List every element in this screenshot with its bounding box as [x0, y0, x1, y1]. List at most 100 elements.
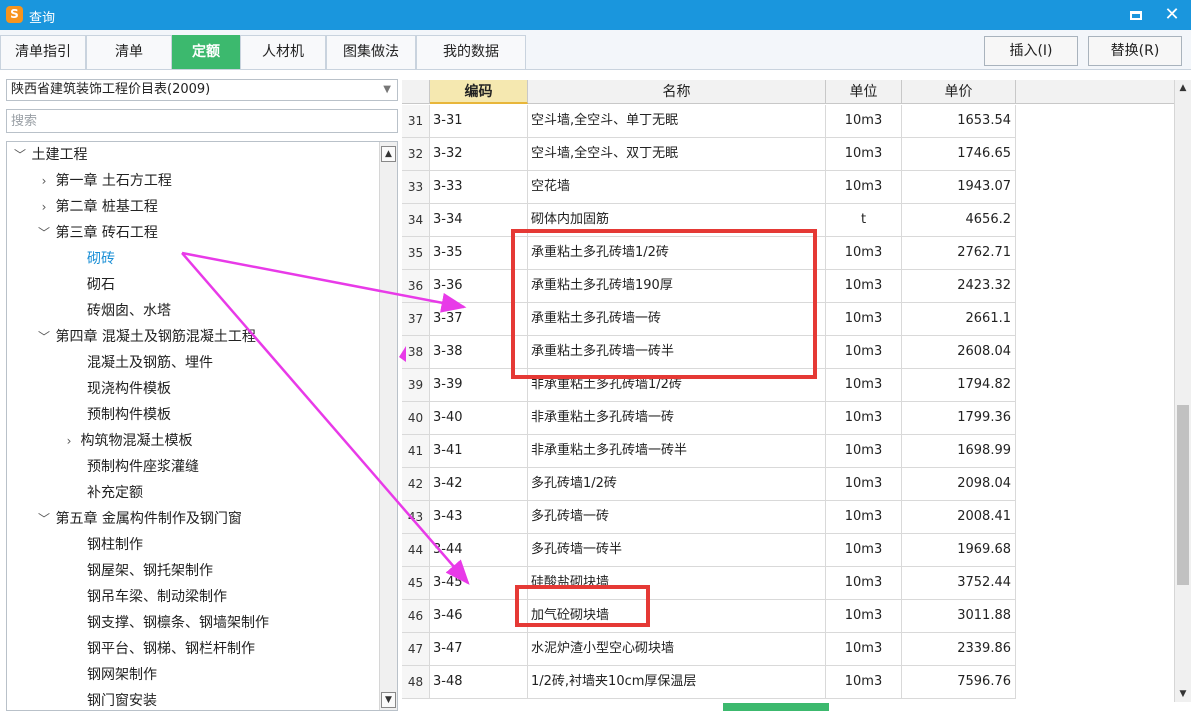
- grid-header: 编码 名称 单位 单价: [402, 80, 1174, 104]
- cell-unit: 10m3: [826, 138, 902, 170]
- cell-name: 承重粘土多孔砖墙190厚: [528, 270, 826, 302]
- cell-name: 非承重粘土多孔砖墙1/2砖: [528, 369, 826, 401]
- header-name[interactable]: 名称: [528, 80, 826, 104]
- table-row[interactable]: 48 3-48 1/2砖,衬墙夹10cm厚保温层 10m3 7596.76: [402, 666, 1016, 699]
- tree-item[interactable]: › 构筑物混凝土模板: [62, 428, 193, 454]
- table-row[interactable]: 33 3-33 空花墙 10m3 1943.07: [402, 171, 1016, 204]
- tree-item-selected[interactable]: 砌砖: [87, 246, 115, 272]
- cell-price: 1653.54: [902, 105, 1016, 137]
- scroll-down-arrow-icon[interactable]: ▼: [381, 692, 396, 708]
- dropdown-caret-icon[interactable]: ▼: [383, 80, 391, 100]
- cell-name: 砌体内加固筋: [528, 204, 826, 236]
- tree-item[interactable]: › 第一章 土石方工程: [37, 168, 172, 194]
- tab-quota[interactable]: 定额: [172, 35, 240, 69]
- cell-code: 3-33: [430, 171, 528, 203]
- table-row[interactable]: 36 3-36 承重粘土多孔砖墙190厚 10m3 2423.32: [402, 270, 1016, 303]
- table-row[interactable]: 45 3-45 硅酸盐砌块墙 10m3 3752.44: [402, 567, 1016, 600]
- tree-item[interactable]: › 第二章 桩基工程: [37, 194, 158, 220]
- tab-bill-guide[interactable]: 清单指引: [0, 35, 86, 69]
- header-unit[interactable]: 单位: [826, 80, 902, 104]
- table-row[interactable]: 47 3-47 水泥炉渣小型空心砌块墙 10m3 2339.86: [402, 633, 1016, 666]
- tree-item[interactable]: 钢门窗安装: [87, 688, 157, 710]
- tree-item[interactable]: 钢支撑、钢檩条、钢墙架制作: [87, 610, 269, 636]
- cell-price: 2098.04: [902, 468, 1016, 500]
- header-code[interactable]: 编码: [430, 80, 528, 104]
- cell-price: 1799.36: [902, 402, 1016, 434]
- table-row[interactable]: 46 3-46 加气砼砌块墙 10m3 3011.88: [402, 600, 1016, 633]
- chevron-right-icon[interactable]: ›: [37, 194, 51, 220]
- table-row[interactable]: 41 3-41 非承重粘土多孔砖墙一砖半 10m3 1698.99: [402, 435, 1016, 468]
- tree-item[interactable]: ﹀ 第四章 混凝土及钢筋混凝土工程: [37, 324, 256, 350]
- tree-item[interactable]: 现浇构件模板: [87, 376, 171, 402]
- scroll-up-arrow-icon[interactable]: ▲: [381, 146, 396, 162]
- tab-atlas-method[interactable]: 图集做法: [326, 35, 416, 69]
- table-row[interactable]: 42 3-42 多孔砖墙1/2砖 10m3 2098.04: [402, 468, 1016, 501]
- row-index: 42: [402, 468, 430, 500]
- chevron-right-icon[interactable]: ›: [37, 168, 51, 194]
- tree-item[interactable]: 钢吊车梁、制动梁制作: [87, 584, 227, 610]
- chevron-down-icon[interactable]: ﹀: [13, 142, 27, 168]
- chevron-down-icon[interactable]: ﹀: [37, 506, 51, 532]
- tree-item[interactable]: ﹀ 第五章 金属构件制作及钢门窗: [37, 506, 242, 532]
- tree-item[interactable]: 钢柱制作: [87, 532, 143, 558]
- tree-item[interactable]: 钢网架制作: [87, 662, 157, 688]
- tree-item[interactable]: 钢平台、钢梯、钢栏杆制作: [87, 636, 255, 662]
- chevron-right-icon[interactable]: ›: [62, 428, 76, 454]
- cell-code: 3-44: [430, 534, 528, 566]
- scroll-thumb[interactable]: [1177, 405, 1189, 585]
- row-index: 43: [402, 501, 430, 533]
- cell-code: 3-39: [430, 369, 528, 401]
- cell-code: 3-43: [430, 501, 528, 533]
- cell-code: 3-38: [430, 336, 528, 368]
- chevron-down-icon[interactable]: ﹀: [37, 324, 51, 350]
- tree-item[interactable]: 预制构件模板: [87, 402, 171, 428]
- cell-price: 1969.68: [902, 534, 1016, 566]
- close-icon[interactable]: ✕: [1159, 3, 1185, 27]
- table-row[interactable]: 31 3-31 空斗墙,全空斗、单丁无眠 10m3 1653.54: [402, 105, 1016, 138]
- table-row[interactable]: 32 3-32 空斗墙,全空斗、双丁无眠 10m3 1746.65: [402, 138, 1016, 171]
- header-price[interactable]: 单价: [902, 80, 1016, 104]
- bottom-drag-handle[interactable]: [723, 703, 829, 711]
- tree-item[interactable]: 补充定额: [87, 480, 143, 506]
- tree-scrollbar[interactable]: ▲ ▼: [379, 142, 397, 710]
- tab-labor-material-machine[interactable]: 人材机: [240, 35, 326, 69]
- search-input[interactable]: [6, 109, 398, 133]
- tree-item[interactable]: 混凝土及钢筋、埋件: [87, 350, 213, 376]
- row-index: 34: [402, 204, 430, 236]
- tree-item-label: 钢吊车梁、制动梁制作: [87, 589, 227, 605]
- table-row[interactable]: 34 3-34 砌体内加固筋 t 4656.2: [402, 204, 1016, 237]
- cell-name: 加气砼砌块墙: [528, 600, 826, 632]
- tree-item-label: 砌石: [87, 277, 115, 293]
- scroll-down-arrow-icon[interactable]: ▼: [1177, 688, 1189, 700]
- table-row[interactable]: 38 3-38 承重粘土多孔砖墙一砖半 10m3 2608.04: [402, 336, 1016, 369]
- tree-item[interactable]: 钢屋架、钢托架制作: [87, 558, 213, 584]
- tree-item[interactable]: 预制构件座浆灌缝: [87, 454, 199, 480]
- cell-unit: 10m3: [826, 402, 902, 434]
- tab-my-data[interactable]: 我的数据: [416, 35, 526, 69]
- maximize-icon[interactable]: [1123, 3, 1149, 27]
- cell-name: 承重粘土多孔砖墙一砖半: [528, 336, 826, 368]
- tree-item-label: 第四章 混凝土及钢筋混凝土工程: [55, 329, 256, 345]
- table-row[interactable]: 35 3-35 承重粘土多孔砖墙1/2砖 10m3 2762.71: [402, 237, 1016, 270]
- chevron-down-icon[interactable]: ﹀: [37, 220, 51, 246]
- insert-button[interactable]: 插入(I): [984, 36, 1078, 66]
- tree-item[interactable]: ﹀ 土建工程: [13, 142, 87, 168]
- table-row[interactable]: 40 3-40 非承重粘土多孔砖墙一砖 10m3 1799.36: [402, 402, 1016, 435]
- table-row[interactable]: 37 3-37 承重粘土多孔砖墙一砖 10m3 2661.1: [402, 303, 1016, 336]
- table-row[interactable]: 43 3-43 多孔砖墙一砖 10m3 2008.41: [402, 501, 1016, 534]
- tree-item[interactable]: 砖烟囱、水塔: [87, 298, 171, 324]
- cell-unit: 10m3: [826, 369, 902, 401]
- table-row[interactable]: 39 3-39 非承重粘土多孔砖墙1/2砖 10m3 1794.82: [402, 369, 1016, 402]
- table-row[interactable]: 44 3-44 多孔砖墙一砖半 10m3 1969.68: [402, 534, 1016, 567]
- tree-item[interactable]: ﹀ 第三章 砖石工程: [37, 220, 158, 246]
- cell-price: 4656.2: [902, 204, 1016, 236]
- scroll-up-arrow-icon[interactable]: ▲: [1177, 82, 1189, 94]
- tree-item-label: 砖烟囱、水塔: [87, 303, 171, 319]
- row-index: 41: [402, 435, 430, 467]
- grid-scrollbar[interactable]: ▲ ▼: [1174, 80, 1191, 702]
- tree-item-label: 第三章 砖石工程: [55, 225, 158, 241]
- library-select[interactable]: 陕西省建筑装饰工程价目表(2009) ▼: [6, 79, 398, 101]
- tree-item[interactable]: 砌石: [87, 272, 115, 298]
- tab-bill[interactable]: 清单: [86, 35, 172, 69]
- replace-button[interactable]: 替换(R): [1088, 36, 1182, 66]
